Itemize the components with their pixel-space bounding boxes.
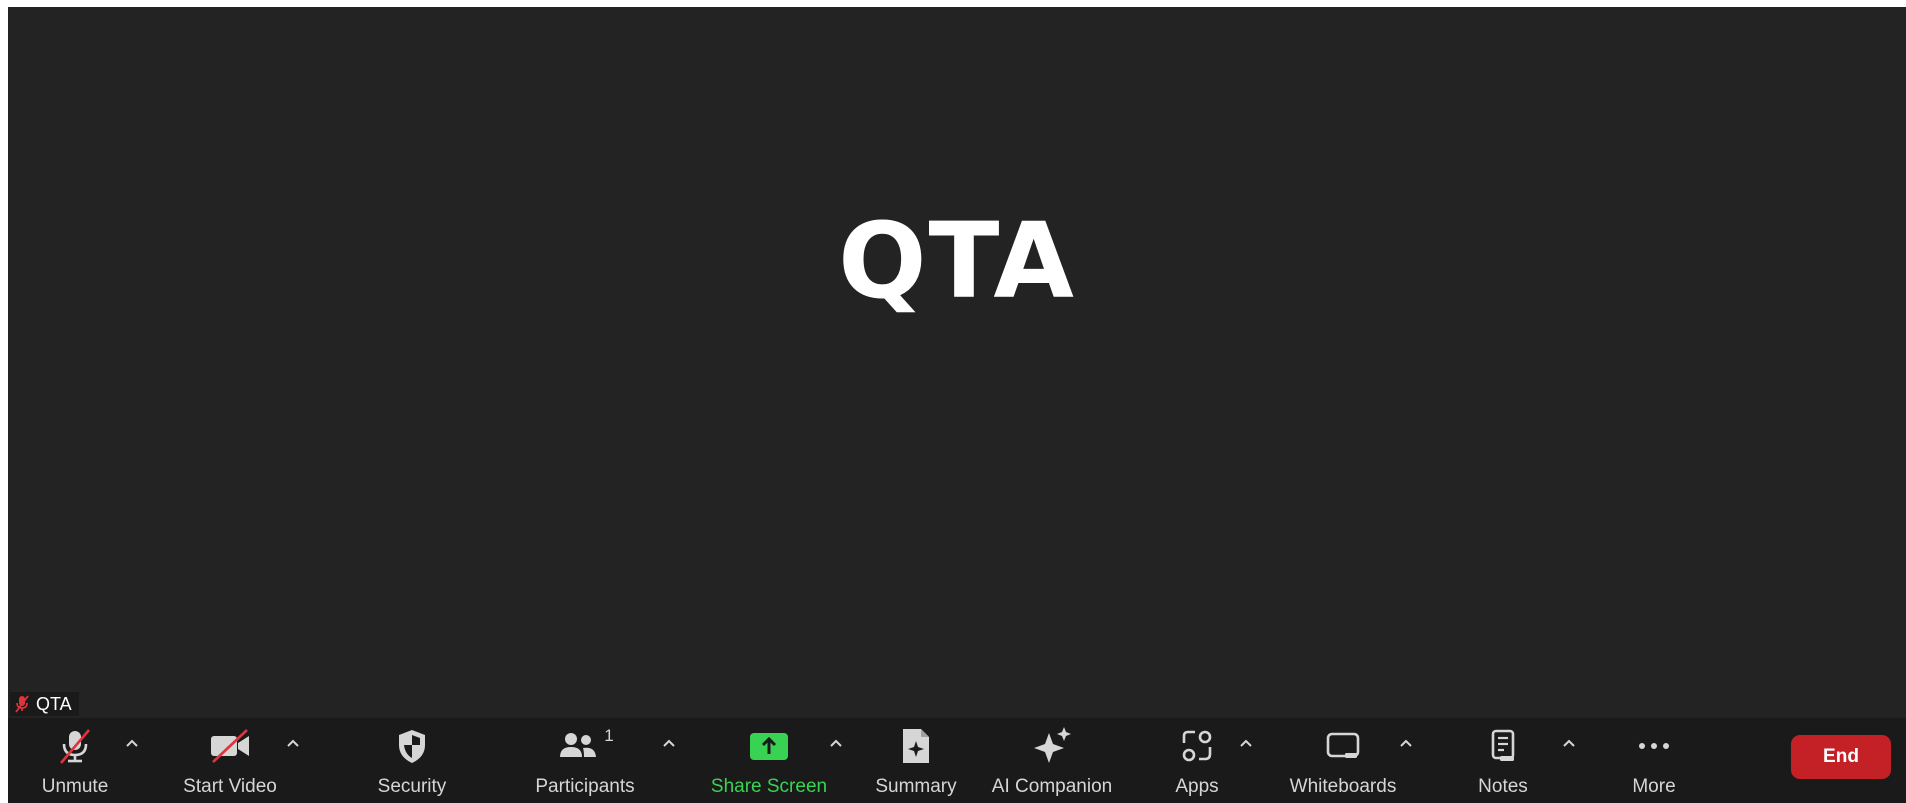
sparkle-icon <box>1030 724 1074 768</box>
unmute-label: Unmute <box>41 776 109 797</box>
people-icon: 1 <box>556 724 614 768</box>
start-video-label: Start Video <box>183 776 277 797</box>
zoom-meeting-window: QTA QTA Unmute Start Video Security 1 Pa… <box>8 7 1906 803</box>
more-button[interactable]: More <box>1626 718 1682 803</box>
whiteboards-label: Whiteboards <box>1289 776 1397 797</box>
meeting-toolbar: Unmute Start Video Security 1 Participan… <box>8 718 1906 803</box>
share-screen-label: Share Screen <box>710 776 828 797</box>
participants-options-caret[interactable] <box>658 732 680 754</box>
participant-name-tag: QTA <box>10 692 79 716</box>
summary-button[interactable]: Summary <box>873 718 959 803</box>
muted-mic-small-icon <box>14 695 30 713</box>
summary-label: Summary <box>875 776 957 797</box>
caret-up-icon <box>1240 739 1252 747</box>
apps-icon <box>1179 724 1215 768</box>
caret-up-icon <box>287 739 299 747</box>
whiteboards-button[interactable]: Whiteboards <box>1286 718 1400 803</box>
notes-icon <box>1486 724 1520 768</box>
end-meeting-button[interactable]: End <box>1791 735 1891 779</box>
notes-options-caret[interactable] <box>1558 732 1580 754</box>
more-label: More <box>1632 776 1676 797</box>
more-dots-icon <box>1634 724 1674 768</box>
name-tag-label: QTA <box>36 693 72 714</box>
security-label: Security <box>377 776 447 797</box>
caret-up-icon <box>126 739 138 747</box>
apps-button[interactable]: Apps <box>1168 718 1226 803</box>
ai-companion-label: AI Companion <box>991 776 1113 797</box>
apps-options-caret[interactable] <box>1235 732 1257 754</box>
video-camera-off-icon <box>207 724 253 768</box>
participants-count: 1 <box>604 726 614 745</box>
participants-label: Participants <box>535 776 635 797</box>
ai-companion-button[interactable]: AI Companion <box>991 718 1113 803</box>
start-video-button[interactable]: Start Video <box>176 718 284 803</box>
microphone-muted-icon <box>55 724 95 768</box>
notes-label: Notes <box>1478 776 1528 797</box>
participant-display-name: QTA <box>838 200 1076 322</box>
unmute-button[interactable]: Unmute <box>32 718 118 803</box>
caret-up-icon <box>663 739 675 747</box>
participants-button[interactable]: 1 Participants <box>530 718 640 803</box>
caret-up-icon <box>1563 739 1575 747</box>
video-options-caret[interactable] <box>282 732 304 754</box>
caret-up-icon <box>830 739 842 747</box>
video-area: QTA QTA <box>8 7 1906 718</box>
whiteboards-options-caret[interactable] <box>1395 732 1417 754</box>
apps-label: Apps <box>1175 776 1219 797</box>
security-button[interactable]: Security <box>370 718 454 803</box>
summary-doc-icon <box>899 724 933 768</box>
notes-button[interactable]: Notes <box>1473 718 1533 803</box>
share-options-caret[interactable] <box>825 732 847 754</box>
shield-icon <box>394 724 430 768</box>
caret-up-icon <box>1400 739 1412 747</box>
share-arrow-icon <box>748 724 790 768</box>
whiteboard-icon <box>1323 724 1363 768</box>
audio-options-caret[interactable] <box>121 732 143 754</box>
share-screen-button[interactable]: Share Screen <box>711 718 827 803</box>
